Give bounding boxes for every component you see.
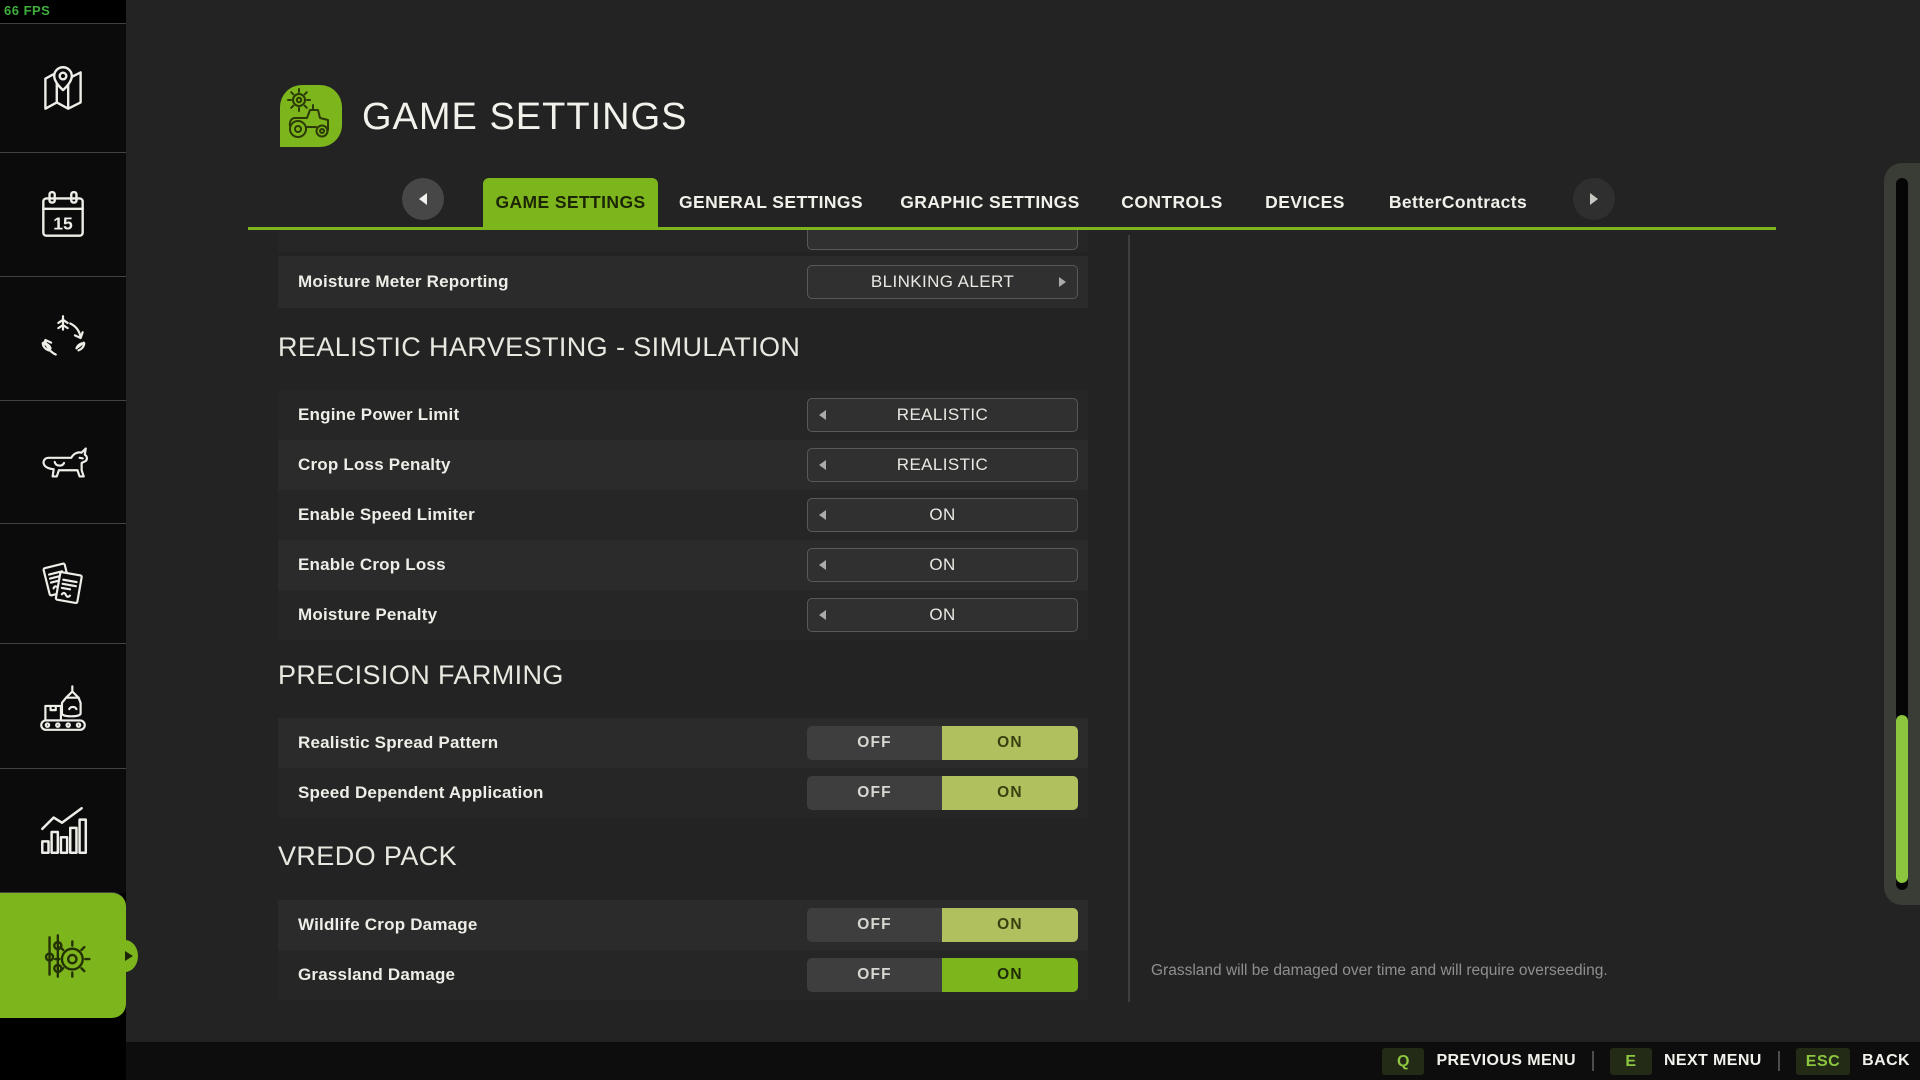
statistics-icon [34, 802, 92, 860]
fps-counter: 66 FPS [4, 3, 50, 18]
tabs-scroll-left-button[interactable] [402, 178, 444, 220]
key-action-back: BACK [1862, 1052, 1910, 1070]
key-hints-bar: Q PREVIOUS MENU E NEXT MENU ESC BACK [0, 1042, 1920, 1080]
tab-graphic-settings[interactable]: GRAPHIC SETTINGS [900, 178, 1079, 227]
option-value: REALISTIC [808, 449, 1077, 481]
setting-label: Realistic Spread Pattern [298, 718, 498, 768]
tab-game-settings[interactable]: GAME SETTINGS [483, 178, 658, 227]
setting-label: Enable Speed Limiter [298, 490, 475, 540]
option-next-arrow-icon[interactable] [1059, 277, 1066, 287]
sidebar-item-statistics[interactable] [0, 768, 126, 893]
option-selector-enable-speed-limiter[interactable]: ON [807, 498, 1078, 532]
setting-label: Wildlife Crop Damage [298, 900, 478, 950]
setting-label: Moisture Meter Reporting [298, 256, 509, 308]
tabs-scroll-right-button[interactable] [1573, 178, 1615, 220]
toggle-realistic-spread-pattern: OFFON [807, 726, 1078, 760]
toggle-speed-dependent-application: OFFON [807, 776, 1078, 810]
scrollbar-thumb[interactable] [1896, 715, 1908, 883]
crop-rotation-icon [34, 310, 92, 368]
toggle-grassland-damage: OFFON [807, 958, 1078, 992]
key-badge-e: E [1610, 1048, 1652, 1075]
animals-icon [34, 434, 92, 492]
sidebar-item-crop-rotation[interactable] [0, 276, 126, 401]
key-hint-separator [1778, 1051, 1780, 1071]
key-badge-q: Q [1382, 1048, 1424, 1075]
game-settings-icon [280, 85, 342, 147]
map-icon [34, 60, 92, 118]
setting-row-engine-power-limit: Engine Power Limit REALISTIC [278, 390, 1088, 440]
setting-label: Speed Dependent Application [298, 768, 544, 818]
section-title-vredo-pack: VREDO PACK [278, 841, 457, 872]
svg-text:15: 15 [53, 214, 73, 234]
scrollbar [1884, 163, 1920, 905]
section-title-realistic-harvesting-simulation: REALISTIC HARVESTING - SIMULATION [278, 332, 800, 363]
settings-icon [34, 927, 92, 985]
key-action-previous-menu: PREVIOUS MENU [1436, 1052, 1575, 1070]
toggle-on-button[interactable]: ON [942, 776, 1078, 810]
page-title: GAME SETTINGS [362, 96, 687, 139]
option-value: ON [808, 549, 1077, 581]
setting-label: Moisture Penalty [298, 590, 437, 640]
sidebar-item-map[interactable] [0, 23, 126, 153]
active-item-arrow-icon [125, 951, 133, 961]
partially-visible-option-control[interactable] [807, 230, 1078, 250]
key-action-next-menu: NEXT MENU [1664, 1052, 1762, 1070]
setting-row-moisture-penalty: Moisture Penalty ON [278, 590, 1088, 640]
toggle-off-button[interactable]: OFF [807, 776, 942, 810]
chevron-left-icon [419, 193, 427, 205]
setting-help-text: Grassland will be damaged over time and … [1151, 962, 1871, 980]
setting-row-grassland-damage: Grassland Damage OFFON [278, 950, 1088, 1000]
option-value: ON [808, 499, 1077, 531]
chevron-right-icon [1590, 193, 1598, 205]
toggle-on-button[interactable]: ON [942, 958, 1078, 992]
option-selector-moisture-meter-reporting[interactable]: BLINKING ALERT [807, 265, 1078, 299]
option-selector-moisture-penalty[interactable]: ON [807, 598, 1078, 632]
toggle-off-button[interactable]: OFF [807, 726, 942, 760]
sidebar-item-animals[interactable] [0, 400, 126, 524]
tab-devices[interactable]: DEVICES [1265, 178, 1345, 227]
toggle-off-button[interactable]: OFF [807, 908, 942, 942]
contracts-icon [34, 555, 92, 613]
production-icon [34, 678, 92, 736]
calendar-icon: 15 [34, 186, 92, 244]
sidebar: 66 FPS 15 [0, 0, 126, 1080]
game-settings-screen: 66 FPS 15 GAME SETTINGS GAME SETTINGS GEN… [0, 0, 1920, 1080]
option-value: BLINKING ALERT [808, 266, 1077, 298]
setting-label: Crop Loss Penalty [298, 440, 451, 490]
setting-row-crop-loss-penalty: Crop Loss Penalty REALISTIC [278, 440, 1088, 490]
option-value: ON [808, 599, 1077, 631]
setting-row-speed-dependent-application: Speed Dependent Application OFFON [278, 768, 1088, 818]
toggle-off-button[interactable]: OFF [807, 958, 942, 992]
option-value: REALISTIC [808, 399, 1077, 431]
sidebar-item-settings[interactable] [0, 892, 126, 1018]
option-selector-engine-power-limit[interactable]: REALISTIC [807, 398, 1078, 432]
setting-row-enable-speed-limiter: Enable Speed Limiter ON [278, 490, 1088, 540]
toggle-wildlife-crop-damage: OFFON [807, 908, 1078, 942]
partially-visible-row [278, 230, 1088, 252]
setting-label: Engine Power Limit [298, 390, 459, 440]
sidebar-item-production[interactable] [0, 643, 126, 769]
tab-controls[interactable]: CONTROLS [1121, 178, 1222, 227]
setting-label: Grassland Damage [298, 950, 455, 1000]
sidebar-item-contracts[interactable] [0, 523, 126, 644]
option-selector-crop-loss-penalty[interactable]: REALISTIC [807, 448, 1078, 482]
help-panel-divider [1128, 235, 1130, 1002]
toggle-on-button[interactable]: ON [942, 726, 1078, 760]
tab-general-settings[interactable]: GENERAL SETTINGS [679, 178, 863, 227]
section-title-precision-farming: PRECISION FARMING [278, 660, 564, 691]
setting-row-enable-crop-loss: Enable Crop Loss ON [278, 540, 1088, 590]
setting-row-moisture-meter-reporting: Moisture Meter Reporting BLINKING ALERT [278, 256, 1088, 308]
toggle-on-button[interactable]: ON [942, 908, 1078, 942]
setting-row-realistic-spread-pattern: Realistic Spread Pattern OFFON [278, 718, 1088, 768]
key-hint-separator [1592, 1051, 1594, 1071]
setting-row-wildlife-crop-damage: Wildlife Crop Damage OFFON [278, 900, 1088, 950]
tab-bettercontracts[interactable]: BetterContracts [1389, 178, 1527, 227]
option-selector-enable-crop-loss[interactable]: ON [807, 548, 1078, 582]
setting-label: Enable Crop Loss [298, 540, 446, 590]
sidebar-item-calendar[interactable]: 15 [0, 152, 126, 277]
key-badge-esc: ESC [1796, 1048, 1850, 1075]
